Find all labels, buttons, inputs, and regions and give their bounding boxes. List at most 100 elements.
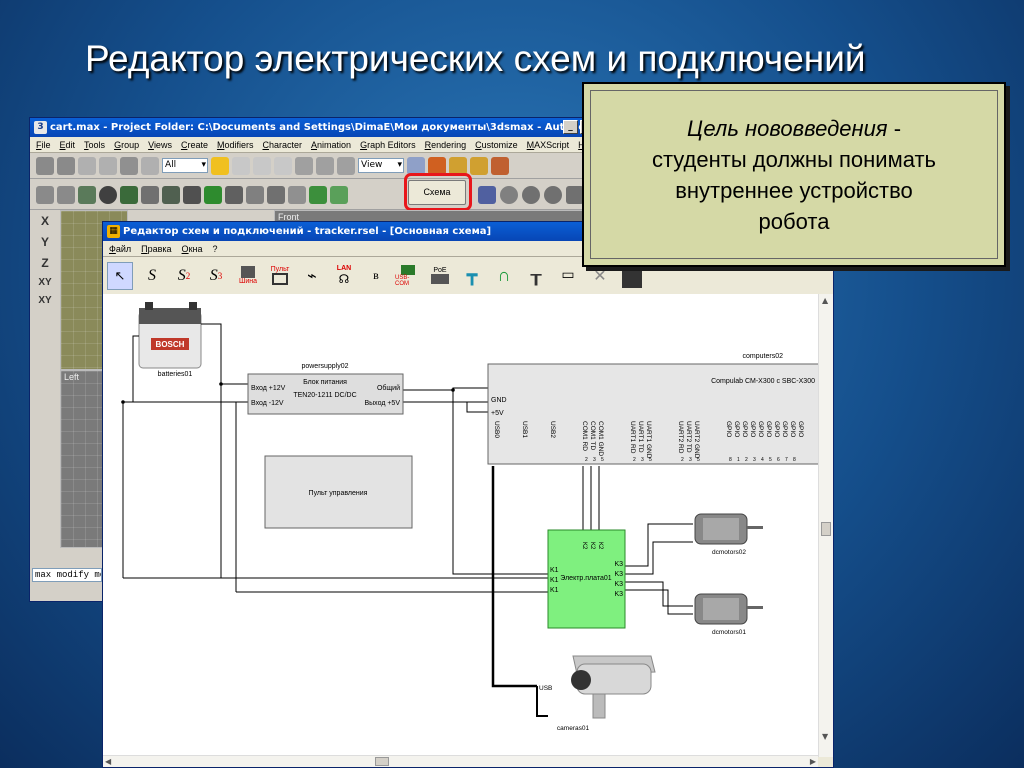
motor-icon[interactable]: [162, 185, 180, 204]
menu-group[interactable]: Group: [114, 137, 139, 152]
select-cursor-icon[interactable]: [211, 156, 229, 175]
battery[interactable]: BOSCH batteries01: [138, 302, 202, 378]
menu-customize[interactable]: Customize: [475, 137, 518, 152]
bus-tool[interactable]: Шина: [235, 262, 261, 290]
maxscript-listener[interactable]: max modify mo: [32, 568, 102, 582]
menu-graph-editors[interactable]: Graph Editors: [360, 137, 416, 152]
menu-file[interactable]: File: [36, 137, 51, 152]
wire2-tool[interactable]: S2: [171, 262, 197, 290]
hscroll-thumb[interactable]: [375, 757, 389, 766]
servo-icon[interactable]: [246, 185, 264, 204]
poe-tool[interactable]: PoE: [427, 262, 453, 290]
brush-icon[interactable]: [78, 185, 96, 204]
window-crossing-icon[interactable]: [274, 156, 292, 175]
wire3-tool[interactable]: S3: [203, 262, 229, 290]
bluetooth-tool[interactable]: ʙ: [363, 262, 389, 290]
joint-icon[interactable]: [267, 185, 285, 204]
menu-views[interactable]: Views: [148, 137, 172, 152]
sensor-icon[interactable]: [141, 185, 159, 204]
grass-icon[interactable]: [330, 185, 348, 204]
scroll-up-icon[interactable]: ▲: [822, 296, 828, 305]
spinner-snap-icon[interactable]: [491, 156, 509, 175]
scale-icon[interactable]: [337, 156, 355, 175]
axis-z[interactable]: Z: [41, 256, 48, 270]
wheel-icon[interactable]: [120, 185, 138, 204]
tee-tool[interactable]: ┳: [459, 262, 485, 290]
power-supply[interactable]: powersupply02 Блок питания TEN20-1211 DC…: [247, 363, 404, 415]
menu-edit-ru[interactable]: Правка: [141, 241, 171, 256]
camera[interactable]: USB cameras01: [539, 655, 656, 732]
rect-select-icon[interactable]: [253, 156, 271, 175]
menu-edit[interactable]: Edit: [60, 137, 76, 152]
redo-icon[interactable]: [57, 156, 75, 175]
camera-icon[interactable]: [225, 185, 243, 204]
battery-icon[interactable]: [183, 185, 201, 204]
cube-icon[interactable]: [478, 185, 496, 204]
pin-number: 5: [769, 457, 772, 463]
selection-filter-select[interactable]: All: [162, 158, 208, 173]
undo-icon[interactable]: [36, 156, 54, 175]
axis-y[interactable]: Y: [41, 235, 49, 249]
horizontal-scrollbar[interactable]: ◀ ▶: [103, 755, 818, 767]
minimize-button[interactable]: _: [563, 120, 578, 134]
terrain-icon[interactable]: [309, 185, 327, 204]
wire-tool[interactable]: S: [139, 262, 165, 290]
scroll-down-icon[interactable]: ▼: [822, 732, 828, 741]
max-titlebar[interactable]: 3 cart.max - Project Folder: C:\Document…: [30, 118, 614, 137]
torus-icon[interactable]: [522, 185, 540, 204]
axis-x[interactable]: X: [41, 214, 49, 228]
axis-xy-2[interactable]: XY: [38, 295, 51, 306]
chip-icon[interactable]: [204, 185, 222, 204]
sphere-icon[interactable]: [500, 185, 518, 204]
select-by-name-icon[interactable]: [232, 156, 250, 175]
unlink-icon[interactable]: [99, 156, 117, 175]
control-panel[interactable]: Пульт управления: [264, 455, 413, 529]
angle-snap-icon[interactable]: [449, 156, 467, 175]
disc-icon[interactable]: [99, 185, 117, 204]
usb-tool[interactable]: ⌁: [299, 262, 325, 290]
pivot-icon[interactable]: [407, 156, 425, 175]
snap-icon[interactable]: [428, 156, 446, 175]
move-icon[interactable]: [295, 156, 313, 175]
motor-dcmotors02[interactable]: dcmotors02: [694, 513, 763, 556]
scroll-left-icon[interactable]: ◀: [105, 757, 111, 766]
rotate-icon[interactable]: [316, 156, 334, 175]
psu-common: Общий: [377, 384, 400, 392]
menu-character[interactable]: Character: [262, 137, 302, 152]
panel-tool[interactable]: Пульт: [267, 262, 293, 290]
lan-tool[interactable]: LAN ☊: [331, 262, 357, 290]
vertical-scrollbar[interactable]: ▲ ▼: [818, 294, 833, 757]
computer[interactable]: computers02 Compulab CM-X300 с SBC-X300 …: [487, 353, 819, 465]
axis-xy[interactable]: XY: [38, 277, 51, 288]
usbcom-tool[interactable]: USB-COM: [395, 262, 421, 290]
connector-tool[interactable]: ▭: [555, 262, 581, 290]
menu-maxscript[interactable]: MAXScript: [527, 137, 570, 152]
wrench-icon[interactable]: [36, 185, 54, 204]
menu-create[interactable]: Create: [181, 137, 208, 152]
chain-icon[interactable]: [57, 185, 75, 204]
cable-icon[interactable]: [288, 185, 306, 204]
menu-tools[interactable]: Tools: [84, 137, 105, 152]
selection-sets-icon[interactable]: [141, 156, 159, 175]
board-k1-b: K1: [550, 577, 559, 584]
reference-coord-select[interactable]: View: [358, 158, 404, 173]
link-icon[interactable]: [78, 156, 96, 175]
scroll-thumb[interactable]: [821, 522, 831, 536]
menu-animation[interactable]: Animation: [311, 137, 351, 152]
menu-file-ru[interactable]: Файл: [109, 241, 131, 256]
menu-rendering[interactable]: Rendering: [425, 137, 467, 152]
arc-tool[interactable]: ∩: [491, 262, 517, 290]
tee2-tool[interactable]: ┰: [523, 262, 549, 290]
schematic-canvas[interactable]: BOSCH batteries01 powersupply02 Блок пит…: [103, 294, 819, 757]
bind-icon[interactable]: [120, 156, 138, 175]
percent-snap-icon[interactable]: [470, 156, 488, 175]
menu-help-ru[interactable]: ?: [212, 241, 217, 256]
control-board[interactable]: Электр.плата01 K1 K1 K1 K3 K3 K3 K3 K2 K…: [547, 529, 626, 629]
motor-dcmotors01[interactable]: dcmotors01: [694, 593, 763, 636]
menu-modifiers[interactable]: Modifiers: [217, 137, 254, 152]
menu-windows-ru[interactable]: Окна: [182, 241, 203, 256]
pointer-tool[interactable]: ↖: [107, 261, 133, 290]
ring-icon[interactable]: [544, 185, 562, 204]
pin-number: 8: [793, 457, 796, 463]
scroll-right-icon[interactable]: ▶: [810, 757, 816, 766]
